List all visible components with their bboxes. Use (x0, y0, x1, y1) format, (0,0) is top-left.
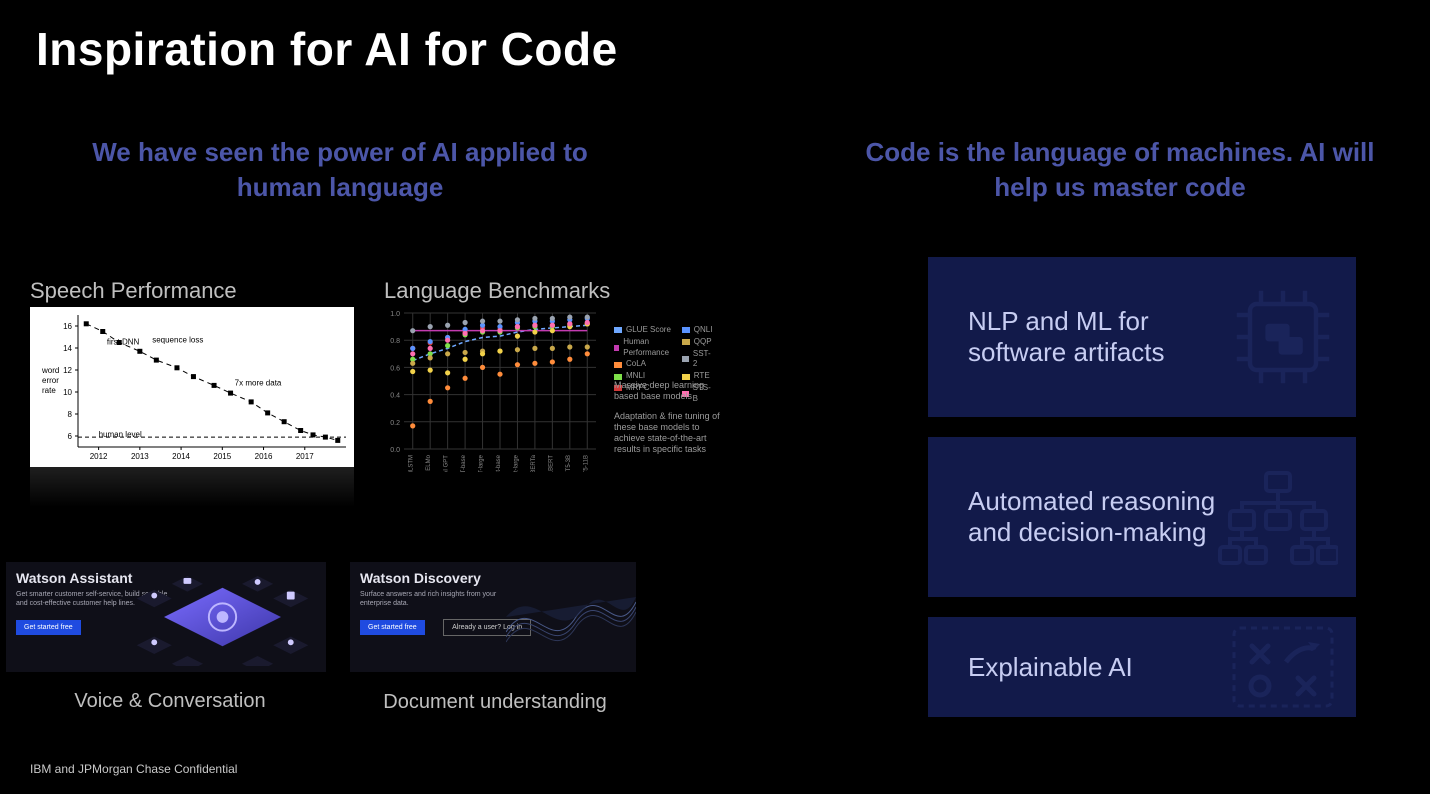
lang-note-1: Massive deep learning based base models (614, 380, 724, 403)
footer-confidential: IBM and JPMorgan Chase Confidential (30, 762, 237, 776)
svg-text:0.0: 0.0 (390, 447, 400, 454)
svg-text:8: 8 (68, 410, 73, 419)
svg-text:RoBERTa: RoBERTa (531, 454, 537, 472)
svg-text:rate: rate (42, 386, 56, 395)
svg-text:16: 16 (63, 322, 72, 331)
svg-text:2013: 2013 (131, 452, 149, 461)
caption-voice-conversation: Voice & Conversation (40, 690, 300, 713)
strategy-icon (1228, 622, 1338, 712)
svg-text:first DNN: first DNN (107, 338, 140, 347)
blurb-left: We have seen the power of AI applied to … (60, 135, 620, 205)
tile-watson-assistant: Watson Assistant Get smarter customer se… (6, 562, 326, 672)
slide-title: Inspiration for AI for Code (36, 22, 618, 76)
svg-text:6: 6 (68, 432, 73, 441)
chip-icon (1228, 282, 1338, 392)
svg-text:10: 10 (63, 388, 72, 397)
card-automated-reasoning-label: Automated reasoning and decision-making (968, 486, 1226, 548)
svg-text:ALBERT: ALBERT (548, 455, 554, 472)
wave-graphic-icon (506, 562, 636, 672)
svg-text:sequence loss: sequence loss (152, 336, 203, 345)
tile-wa-cta-button[interactable]: Get started free (16, 620, 81, 635)
svg-text:2014: 2014 (172, 452, 190, 461)
card-nlp-ml: NLP and ML for software artifacts (928, 257, 1356, 417)
svg-text:0.4: 0.4 (390, 393, 400, 400)
svg-text:2016: 2016 (255, 452, 273, 461)
svg-text:0.2: 0.2 (390, 420, 400, 427)
svg-text:XLNet-large: XLNet-large (513, 454, 519, 472)
svg-text:word: word (41, 366, 59, 375)
chart-language-notes: Massive deep learning based base models … (614, 380, 724, 464)
svg-text:BERT-base: BERT-base (461, 454, 467, 472)
svg-text:14: 14 (63, 344, 72, 353)
svg-text:BERT-large: BERT-large (479, 454, 485, 472)
tile-wd-cta-button[interactable]: Get started free (360, 620, 425, 635)
section-speech-title: Speech Performance (30, 278, 237, 304)
svg-text:7x more data: 7x more data (235, 378, 282, 387)
svg-text:error: error (42, 376, 59, 385)
chart-speech-performance: 6 8 10 12 14 16 2012 2013 2014 2015 2016 2017 worder… (30, 307, 354, 467)
svg-text:OpenAI GPT: OpenAI GPT (444, 455, 450, 472)
svg-text:2015: 2015 (213, 452, 231, 461)
tile-wd-sub: Surface answers and rich insights from y… (360, 590, 520, 608)
card-explainable-ai-label: Explainable AI (968, 652, 1133, 683)
svg-text:2017: 2017 (296, 452, 314, 461)
chart-speech-reflection (30, 467, 354, 507)
svg-text:1.0: 1.0 (390, 311, 400, 318)
svg-text:T5-11B: T5-11B (583, 455, 589, 472)
section-lang-title: Language Benchmarks (384, 278, 610, 304)
lang-note-2: Adaptation & fine tuning of these base m… (614, 411, 724, 456)
svg-text:T5-3B: T5-3B (566, 455, 572, 471)
isometric-graphic-icon (125, 568, 320, 666)
card-automated-reasoning: Automated reasoning and decision-making (928, 437, 1356, 597)
card-nlp-ml-label: NLP and ML for software artifacts (968, 306, 1226, 368)
tree-icon (1218, 462, 1338, 572)
slide-root: Inspiration for AI for Code We have seen… (0, 0, 1430, 794)
svg-text:ELMo: ELMo (426, 454, 432, 470)
svg-text:2012: 2012 (90, 452, 108, 461)
svg-text:0.8: 0.8 (390, 338, 400, 345)
tile-watson-discovery: Watson Discovery Surface answers and ric… (350, 562, 636, 672)
blurb-right: Code is the language of machines. AI wil… (840, 135, 1400, 205)
svg-text:0.6: 0.6 (390, 365, 400, 372)
caption-document-understanding: Document understanding (380, 690, 610, 715)
svg-text:human level: human level (99, 430, 142, 439)
svg-text:BiLSTM: BiLSTM (409, 455, 415, 472)
card-explainable-ai: Explainable AI (928, 617, 1356, 717)
svg-text:12: 12 (63, 366, 72, 375)
svg-text:XLNet-base: XLNet-base (496, 454, 502, 472)
chart-language-benchmarks: 0.0 0.2 0.4 0.6 0.8 1.0 BiLSTM ELMo OpenAI GPT BE… (384, 307, 602, 472)
